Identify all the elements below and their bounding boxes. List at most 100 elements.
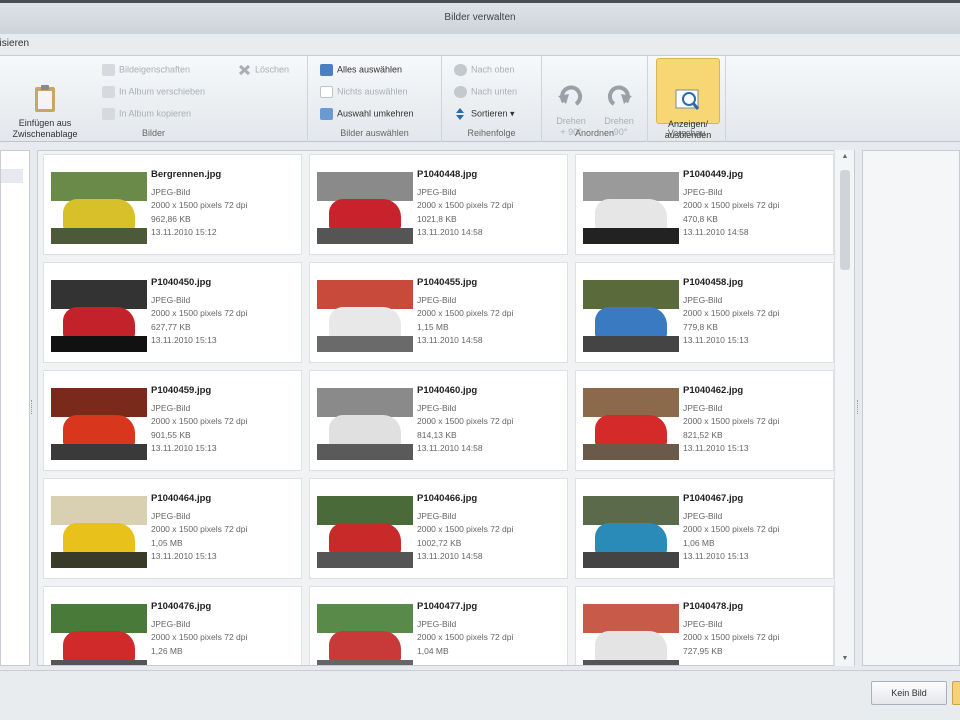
- image-card[interactable]: P1040477.jpg JPEG-Bild 2000 x 1500 pixels …: [309, 586, 568, 665]
- image-card[interactable]: P1040476.jpg JPEG-Bild 2000 x 1500 pixels …: [43, 586, 302, 665]
- copy-to-album-button[interactable]: In Album kopieren: [102, 108, 191, 120]
- right-splitter-handle[interactable]: [857, 400, 861, 414]
- image-thumbnail[interactable]: [583, 604, 679, 665]
- image-filesize: 727,95 KB: [683, 645, 723, 656]
- image-filesize: 1002,72 KB: [417, 537, 462, 548]
- no-image-button[interactable]: Kein Bild: [871, 681, 947, 705]
- rotate-cw-button[interactable]: Drehen + 90°: [548, 60, 594, 138]
- image-date: 13.11.2010 15:13: [683, 335, 749, 345]
- ribbon-group-anordnen: Drehen + 90° Drehen -90° Anordnen: [542, 56, 648, 142]
- invert-selection-button[interactable]: Auswahl umkehren: [320, 108, 414, 120]
- image-grid: Bergrennen.jpg JPEG-Bild 2000 x 1500 pixel…: [37, 150, 855, 666]
- image-thumbnail[interactable]: [583, 172, 679, 244]
- image-filename: P1040449.jpg: [683, 169, 744, 180]
- album-tree-pane[interactable]: [0, 150, 30, 666]
- image-filesize: 1,05 MB: [151, 537, 183, 548]
- image-dimensions: 2000 x 1500 pixels 72 dpi: [151, 308, 248, 318]
- image-card[interactable]: P1040449.jpg JPEG-Bild 2000 x 1500 pixels …: [575, 154, 834, 255]
- thumbnail-background: [317, 280, 413, 309]
- image-thumbnail[interactable]: [583, 280, 679, 352]
- image-card[interactable]: P1040464.jpg JPEG-Bild 2000 x 1500 pixels …: [43, 478, 302, 579]
- image-filename: Bergrennen.jpg: [151, 169, 222, 180]
- image-card[interactable]: P1040466.jpg JPEG-Bild 2000 x 1500 pixels …: [309, 478, 568, 579]
- thumbnail-background: [51, 280, 147, 309]
- image-type: JPEG-Bild: [683, 618, 723, 629]
- image-thumbnail[interactable]: [317, 280, 413, 352]
- thumbnail-background: [51, 496, 147, 525]
- image-filesize: 962,86 KB: [151, 213, 191, 224]
- image-type: JPEG-Bild: [417, 618, 457, 629]
- move-up-button[interactable]: Nach oben: [454, 64, 515, 76]
- image-card[interactable]: P1040448.jpg JPEG-Bild 2000 x 1500 pixels …: [309, 154, 568, 255]
- select-all-label: Alles auswählen: [337, 64, 403, 75]
- ribbon-group-auswahl: Alles auswählen Nichts auswählen Auswahl…: [308, 56, 442, 142]
- image-card[interactable]: P1040450.jpg JPEG-Bild 2000 x 1500 pixels …: [43, 262, 302, 363]
- thumbnail-background: [583, 172, 679, 201]
- image-thumbnail[interactable]: [51, 280, 147, 352]
- grid-scrollbar[interactable]: ▲ ▼: [834, 150, 854, 666]
- image-dimensions: 2000 x 1500 pixels 72 dpi: [417, 200, 514, 210]
- image-card[interactable]: P1040459.jpg JPEG-Bild 2000 x 1500 pixels …: [43, 370, 302, 471]
- image-properties-button[interactable]: Bildeigenschaften: [102, 64, 190, 76]
- image-card[interactable]: P1040455.jpg JPEG-Bild 2000 x 1500 pixels …: [309, 262, 568, 363]
- menu-item-organisieren[interactable]: nisieren: [0, 38, 29, 49]
- image-filename: P1040459.jpg: [151, 385, 212, 396]
- sort-button[interactable]: Sortieren ▾: [454, 108, 515, 120]
- scroll-up-icon[interactable]: ▲: [835, 150, 855, 164]
- image-card[interactable]: P1040460.jpg JPEG-Bild 2000 x 1500 pixels …: [309, 370, 568, 471]
- image-thumbnail[interactable]: [583, 496, 679, 568]
- scroll-down-icon[interactable]: ▼: [835, 652, 855, 666]
- ribbon-group-bilder: Einfügen aus Zwischenablage Bildeigensch…: [0, 56, 308, 142]
- select-none-button[interactable]: Nichts auswählen: [320, 86, 408, 98]
- select-all-button[interactable]: Alles auswählen: [320, 64, 402, 76]
- image-dimensions: 2000 x 1500 pixels 72 dpi: [417, 416, 514, 426]
- thumbnail-subject: [62, 199, 136, 230]
- image-filename: P1040466.jpg: [417, 493, 478, 504]
- window-title-bar: Bilder verwalten: [0, 0, 960, 34]
- left-splitter-handle[interactable]: [31, 400, 35, 414]
- image-meta: P1040455.jpg JPEG-Bild 2000 x 1500 pixels …: [417, 276, 513, 348]
- move-down-button[interactable]: Nach unten: [454, 86, 517, 98]
- preview-toggle-button[interactable]: Anzeigen/ ausblenden: [656, 58, 720, 140]
- image-thumbnail[interactable]: [51, 496, 147, 568]
- image-card[interactable]: Bergrennen.jpg JPEG-Bild 2000 x 1500 pixel…: [43, 154, 302, 255]
- image-date: 13.11.2010 14:58: [683, 227, 749, 237]
- image-meta: P1040462.jpg JPEG-Bild 2000 x 1500 pixels …: [683, 384, 779, 456]
- thumbnail-foreground: [583, 228, 679, 244]
- move-to-album-button[interactable]: In Album verschieben: [102, 86, 205, 98]
- image-thumbnail[interactable]: [317, 388, 413, 460]
- image-thumbnail[interactable]: [51, 172, 147, 244]
- rotate-ccw-button[interactable]: Drehen -90°: [596, 60, 642, 138]
- image-date: 13.11.2010 15:13: [683, 551, 749, 561]
- group-label-anordnen: Anordnen: [574, 128, 615, 138]
- image-meta: P1040458.jpg JPEG-Bild 2000 x 1500 pixels …: [683, 276, 779, 348]
- image-thumbnail[interactable]: [317, 496, 413, 568]
- ok-button[interactable]: [952, 681, 960, 705]
- image-card[interactable]: P1040467.jpg JPEG-Bild 2000 x 1500 pixels …: [575, 478, 834, 579]
- image-meta: P1040466.jpg JPEG-Bild 2000 x 1500 pixels …: [417, 492, 513, 564]
- scrollbar-thumb[interactable]: [840, 170, 850, 270]
- thumbnail-background: [583, 604, 679, 633]
- menu-bar: nisieren: [0, 34, 960, 56]
- delete-button[interactable]: Löschen: [238, 64, 289, 76]
- thumbnail-foreground: [317, 660, 413, 665]
- image-card[interactable]: P1040462.jpg JPEG-Bild 2000 x 1500 pixels …: [575, 370, 834, 471]
- image-card[interactable]: P1040478.jpg JPEG-Bild 2000 x 1500 pixels …: [575, 586, 834, 665]
- image-meta: P1040460.jpg JPEG-Bild 2000 x 1500 pixels …: [417, 384, 513, 456]
- album-tree-selected-item[interactable]: [1, 169, 23, 183]
- image-filename: P1040478.jpg: [683, 601, 744, 612]
- image-thumbnail[interactable]: [51, 604, 147, 665]
- rotate-ccw-icon: [604, 71, 634, 106]
- image-card[interactable]: P1040458.jpg JPEG-Bild 2000 x 1500 pixels …: [575, 262, 834, 363]
- thumbnail-subject: [62, 631, 136, 662]
- thumbnail-subject: [594, 523, 668, 554]
- rotate-cw-icon: [556, 71, 586, 106]
- thumbnail-foreground: [51, 336, 147, 352]
- thumbnail-background: [317, 604, 413, 633]
- image-thumbnail[interactable]: [583, 388, 679, 460]
- image-thumbnail[interactable]: [317, 604, 413, 665]
- image-thumbnail[interactable]: [317, 172, 413, 244]
- image-dimensions: 2000 x 1500 pixels 72 dpi: [417, 308, 514, 318]
- image-type: JPEG-Bild: [683, 186, 723, 197]
- image-thumbnail[interactable]: [51, 388, 147, 460]
